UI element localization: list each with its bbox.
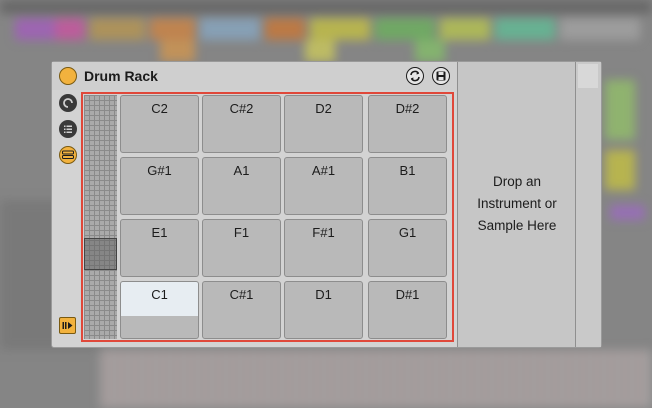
pad-label: F1 bbox=[233, 225, 250, 240]
io-arrow-icon bbox=[62, 322, 73, 329]
pad-label: B1 bbox=[399, 163, 416, 178]
drop-hint: Drop an Instrument or Sample Here bbox=[458, 171, 576, 237]
hot-swap-button[interactable] bbox=[406, 67, 424, 85]
pad-label: D1 bbox=[315, 287, 332, 302]
vertical-scrollbar[interactable] bbox=[575, 62, 601, 347]
pad-label: D2 bbox=[315, 101, 332, 116]
drum-pad[interactable]: D2 bbox=[284, 95, 363, 153]
pads-view-toggle[interactable] bbox=[59, 146, 77, 164]
pads-view-icon bbox=[62, 150, 74, 159]
pad-label: C#1 bbox=[229, 287, 254, 302]
drum-pad-selected[interactable]: C1 bbox=[120, 281, 199, 339]
drum-pad[interactable]: D#1 bbox=[368, 281, 447, 339]
drum-pad[interactable]: E1 bbox=[120, 219, 199, 277]
pad-label: D#1 bbox=[395, 287, 420, 302]
chain-view-toggle[interactable] bbox=[59, 94, 77, 112]
pad-label: C#2 bbox=[229, 101, 254, 116]
drum-pad[interactable]: D1 bbox=[284, 281, 363, 339]
show-chain-list-toggle[interactable] bbox=[59, 120, 77, 138]
list-icon bbox=[64, 125, 72, 133]
pad-label: D#2 bbox=[395, 101, 420, 116]
drop-hint-line: Instrument or bbox=[477, 196, 557, 211]
pad-label: A1 bbox=[233, 163, 250, 178]
drum-pad[interactable]: F#1 bbox=[284, 219, 363, 277]
drum-rack-device: Drum Rack C2 C#2 D2 D#2 G#1 A1 A#1 B1 E1… bbox=[51, 61, 602, 348]
drum-pad[interactable]: G#1 bbox=[120, 157, 199, 215]
pad-label: A#1 bbox=[311, 163, 336, 178]
io-toggle[interactable] bbox=[59, 317, 76, 334]
chain-view-icon bbox=[63, 98, 73, 108]
drop-hint-line: Sample Here bbox=[477, 218, 557, 233]
drum-pad[interactable]: F1 bbox=[202, 219, 281, 277]
drum-pad[interactable]: A#1 bbox=[284, 157, 363, 215]
pad-label: E1 bbox=[151, 225, 168, 240]
pad-label: F#1 bbox=[312, 225, 335, 240]
pad-label: C2 bbox=[151, 101, 168, 116]
drum-pad[interactable]: D#2 bbox=[368, 95, 447, 153]
pad-label: G1 bbox=[398, 225, 417, 240]
pad-label: C1 bbox=[151, 287, 168, 302]
drum-pad[interactable]: A1 bbox=[202, 157, 281, 215]
drop-zone[interactable]: Drop an Instrument or Sample Here bbox=[457, 62, 575, 347]
save-preset-button[interactable] bbox=[432, 67, 450, 85]
drop-hint-line: Drop an bbox=[492, 174, 542, 189]
device-activator-button[interactable] bbox=[59, 67, 77, 85]
pad-label: G#1 bbox=[147, 163, 172, 178]
drum-pad[interactable]: C2 bbox=[120, 95, 199, 153]
save-icon bbox=[436, 71, 446, 81]
drum-pad[interactable]: C#2 bbox=[202, 95, 281, 153]
drum-pad[interactable]: G1 bbox=[368, 219, 447, 277]
device-title: Drum Rack bbox=[84, 68, 158, 84]
drum-pad[interactable]: B1 bbox=[368, 157, 447, 215]
device-title-bar: Drum Rack bbox=[52, 62, 457, 90]
drum-pad[interactable]: C#1 bbox=[202, 281, 281, 339]
scrollbar-thumb[interactable] bbox=[578, 64, 598, 88]
hot-swap-icon bbox=[410, 70, 420, 82]
